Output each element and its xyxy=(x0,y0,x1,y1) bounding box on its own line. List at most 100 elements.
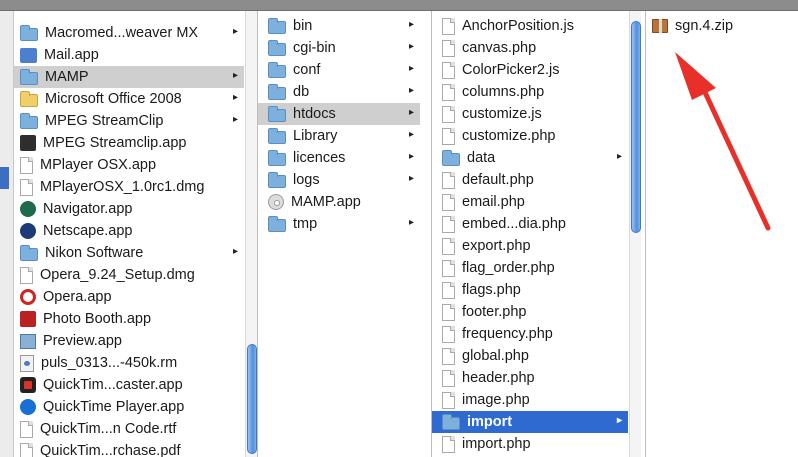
photo-booth-icon xyxy=(20,311,36,327)
list-item[interactable]: Library ▸ xyxy=(258,125,420,147)
opera-icon xyxy=(20,289,36,305)
document-icon xyxy=(442,105,455,123)
mamp-app-icon xyxy=(268,194,284,210)
list-item[interactable]: QuickTim...caster.app xyxy=(14,374,244,396)
list-item[interactable]: puls_0313...-450k.rm xyxy=(14,352,244,374)
list-item[interactable]: MPlayer OSX.app xyxy=(14,154,244,176)
column-import[interactable]: sgn.4.zip xyxy=(646,11,798,457)
chevron-right-icon: ▸ xyxy=(408,41,414,52)
list-item-label: cgi-bin xyxy=(293,40,336,56)
list-item[interactable]: cgi-bin ▸ xyxy=(258,37,420,59)
list-item[interactable]: Photo Booth.app xyxy=(14,308,244,330)
list-item[interactable]: default.php xyxy=(432,169,628,191)
column-mamp[interactable]: bin ▸ cgi-bin ▸ conf ▸ db ▸ htdocs ▸ Library ▸ licen… xyxy=(258,11,432,457)
preview-icon xyxy=(20,333,36,349)
folder-yellow-icon xyxy=(20,90,38,107)
list-item[interactable]: MPEG StreamClip ▸ xyxy=(14,110,244,132)
list-item[interactable]: Microsoft Office 2008 ▸ xyxy=(14,88,244,110)
list-item[interactable]: MPlayerOSX_1.0rc1.dmg xyxy=(14,176,244,198)
list-item[interactable]: columns.php xyxy=(432,81,628,103)
list-item-label: flag_order.php xyxy=(462,260,555,276)
list-item[interactable]: sgn.4.zip xyxy=(646,15,796,37)
chevron-right-icon: ▸ xyxy=(408,173,414,184)
document-icon xyxy=(442,61,455,79)
list-item-label: header.php xyxy=(462,370,535,386)
list-item[interactable]: customize.php xyxy=(432,125,628,147)
chevron-right-icon: ▸ xyxy=(408,217,414,228)
chevron-right-icon: ▸ xyxy=(408,151,414,162)
chevron-right-icon: ▸ xyxy=(232,70,238,81)
list-item[interactable]: canvas.php xyxy=(432,37,628,59)
list-item[interactable]: Navigator.app xyxy=(14,198,244,220)
column-applications[interactable]: Macromed...weaver MX ▸ Mail.app MAMP ▸ Micros… xyxy=(14,11,258,457)
column-htdocs[interactable]: AnchorPosition.js canvas.php ColorPicker2.… xyxy=(432,11,646,457)
list-item-label: email.php xyxy=(462,194,525,210)
list-item[interactable]: conf ▸ xyxy=(258,59,420,81)
list-item[interactable]: MAMP ▸ xyxy=(14,66,244,88)
list-item[interactable]: AnchorPosition.js xyxy=(432,15,628,37)
folder-icon xyxy=(20,112,38,129)
list-item[interactable]: Macromed...weaver MX ▸ xyxy=(14,22,244,44)
list-item-label: Library xyxy=(293,128,338,144)
list-item[interactable]: image.php xyxy=(432,389,628,411)
list-item[interactable]: db ▸ xyxy=(258,81,420,103)
chevron-right-icon: ▸ xyxy=(408,85,414,96)
list-item[interactable]: Preview.app xyxy=(14,330,244,352)
list-item[interactable]: QuickTim...rchase.pdf xyxy=(14,440,244,457)
document-icon xyxy=(442,17,455,35)
window-top-bar xyxy=(0,0,798,11)
list-item[interactable]: data ▸ xyxy=(432,147,628,169)
list-item[interactable]: licences ▸ xyxy=(258,147,420,169)
list-item[interactable]: export.php xyxy=(432,235,628,257)
list-item[interactable]: flag_order.php xyxy=(432,257,628,279)
document-icon xyxy=(20,420,33,438)
scrollbar-htdocs[interactable] xyxy=(629,11,641,457)
folder-icon xyxy=(268,149,286,166)
document-icon xyxy=(442,171,455,189)
list-item[interactable]: MPEG Streamclip.app xyxy=(14,132,244,154)
chevron-right-icon: ▸ xyxy=(232,26,238,37)
list-item[interactable]: Mail.app xyxy=(14,44,244,66)
list-item[interactable]: flags.php xyxy=(432,279,628,301)
document-icon xyxy=(20,442,33,457)
list-item-label: frequency.php xyxy=(462,326,553,342)
scrollbar-applications[interactable] xyxy=(245,11,257,457)
list-item-label: export.php xyxy=(462,238,531,254)
quicktime-broadcaster-icon xyxy=(20,377,36,393)
list-item[interactable]: Nikon Software ▸ xyxy=(14,242,244,264)
list-item-label: import xyxy=(467,414,513,430)
list-item[interactable]: bin ▸ xyxy=(258,15,420,37)
list-item[interactable]: tmp ▸ xyxy=(258,213,420,235)
list-item[interactable]: ColorPicker2.js xyxy=(432,59,628,81)
list-item-label: db xyxy=(293,84,310,100)
scroll-thumb-applications[interactable] xyxy=(247,344,257,454)
list-item[interactable]: import.php xyxy=(432,433,628,455)
navigator-icon xyxy=(20,201,36,217)
list-item-label: QuickTim...caster.app xyxy=(43,377,183,393)
mplayer-icon xyxy=(20,156,33,174)
list-item[interactable]: footer.php xyxy=(432,301,628,323)
list-item[interactable]: Netscape.app xyxy=(14,220,244,242)
list-item[interactable]: header.php xyxy=(432,367,628,389)
sidebar-edge xyxy=(0,11,14,457)
scroll-thumb-htdocs[interactable] xyxy=(631,21,641,233)
list-item[interactable]: htdocs ▸ xyxy=(258,103,420,125)
list-item[interactable]: Opera_9.24_Setup.dmg xyxy=(14,264,244,286)
list-item[interactable]: embed...dia.php xyxy=(432,213,628,235)
list-item[interactable]: customize.js xyxy=(432,103,628,125)
list-item[interactable]: QuickTime Player.app xyxy=(14,396,244,418)
list-item[interactable]: import ▸ xyxy=(432,411,628,433)
list-item[interactable]: logs ▸ xyxy=(258,169,420,191)
list-item[interactable]: MAMP.app xyxy=(258,191,420,213)
list-item-label: conf xyxy=(293,62,321,78)
list-item-label: ColorPicker2.js xyxy=(462,62,560,78)
list-item[interactable]: QuickTim...n Code.rtf xyxy=(14,418,244,440)
list-item[interactable]: global.php xyxy=(432,345,628,367)
list-item[interactable]: email.php xyxy=(432,191,628,213)
list-item[interactable]: Opera.app xyxy=(14,286,244,308)
list-item-label: image.php xyxy=(462,392,530,408)
list-item[interactable]: frequency.php xyxy=(432,323,628,345)
chevron-right-icon: ▸ xyxy=(408,63,414,74)
list-item-label: default.php xyxy=(462,172,534,188)
chevron-right-icon: ▸ xyxy=(408,19,414,30)
